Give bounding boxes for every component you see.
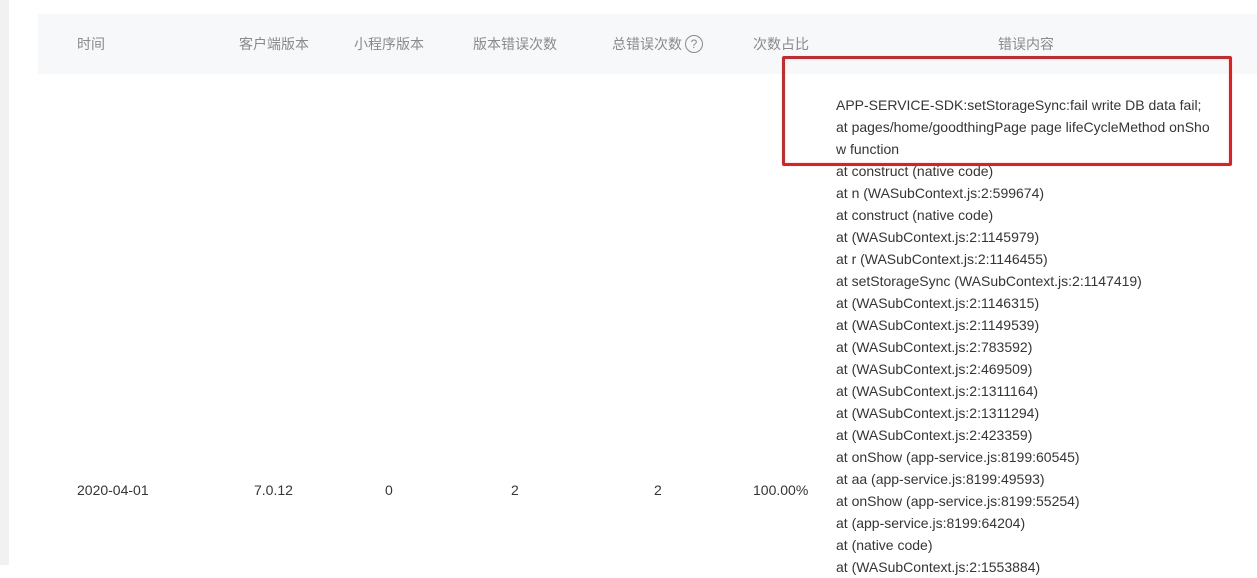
cell-time: 2020-04-01 bbox=[77, 482, 149, 498]
error-line: at (WASubContext.js:2:1553884) bbox=[836, 559, 1041, 575]
error-line: APP-SERVICE-SDK:setStorageSync:fail writ… bbox=[836, 97, 1202, 113]
error-line: at (WASubContext.js:2:1311164) bbox=[836, 383, 1039, 399]
header-total-error-count-label: 总错误次数 bbox=[612, 36, 682, 52]
header-time: 时间 bbox=[77, 36, 105, 52]
question-circle-icon[interactable]: ? bbox=[685, 34, 703, 53]
header-count-ratio: 次数占比 bbox=[753, 36, 809, 52]
error-line: at (WASubContext.js:2:1149539) bbox=[836, 317, 1040, 333]
cell-error-content: APP-SERVICE-SDK:setStorageSync:fail writ… bbox=[836, 94, 1216, 578]
error-line: at (WASubContext.js:2:783592) bbox=[836, 339, 1033, 355]
error-line: at (WASubContext.js:2:469509) bbox=[836, 361, 1033, 377]
error-line: at aa (app-service.js:8199:49593) bbox=[836, 471, 1045, 487]
cell-version-error-count: 2 bbox=[511, 482, 519, 498]
error-line: at r (WASubContext.js:2:1146455) bbox=[836, 251, 1048, 267]
error-line: at construct (native code) bbox=[836, 207, 994, 223]
header-miniprogram-version: 小程序版本 bbox=[354, 36, 424, 52]
error-line: at (native code) bbox=[836, 537, 933, 553]
error-line: at (WASubContext.js:2:423359) bbox=[836, 427, 1033, 443]
cell-total-error-count: 2 bbox=[654, 482, 662, 498]
header-client-version: 客户端版本 bbox=[239, 36, 309, 52]
cell-client-version: 7.0.12 bbox=[254, 482, 293, 498]
header-error-content: 错误内容 bbox=[998, 36, 1054, 52]
error-line: at n (WASubContext.js:2:599674) bbox=[836, 185, 1045, 201]
error-line: at pages/home/goodthingPage page lifeCyc… bbox=[836, 119, 1210, 157]
error-line: at construct (native code) bbox=[836, 163, 994, 179]
header-total-error-count: 总错误次数? bbox=[612, 14, 703, 74]
error-line: at setStorageSync (WASubContext.js:2:114… bbox=[836, 273, 1142, 289]
cell-count-ratio: 100.00% bbox=[753, 482, 809, 498]
error-line: at (WASubContext.js:2:1311294) bbox=[836, 405, 1040, 421]
cell-miniprogram-version: 0 bbox=[385, 482, 393, 498]
error-line: at (app-service.js:8199:64204) bbox=[836, 515, 1026, 531]
error-line: at (WASubContext.js:2:1145979) bbox=[836, 229, 1040, 245]
left-panel-edge bbox=[0, 0, 9, 565]
error-line: at (WASubContext.js:2:1146315) bbox=[836, 295, 1040, 311]
error-line: at onShow (app-service.js:8199:55254) bbox=[836, 493, 1080, 509]
error-line: at onShow (app-service.js:8199:60545) bbox=[836, 449, 1080, 465]
header-version-error-count: 版本错误次数 bbox=[473, 36, 557, 52]
